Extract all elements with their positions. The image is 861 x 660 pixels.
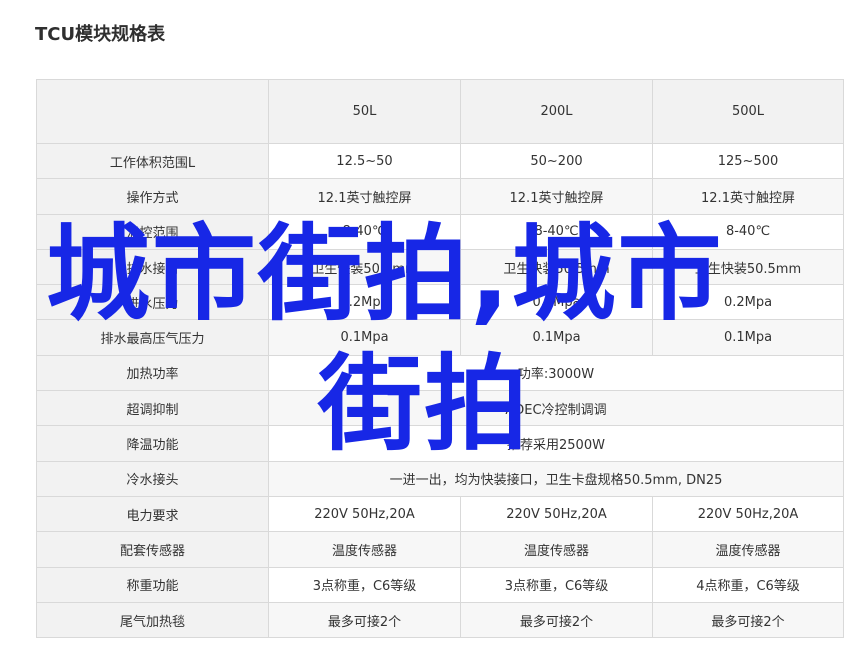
row-label: 工作体积范围L xyxy=(36,142,269,180)
table-cell: 125~500 xyxy=(652,142,844,180)
row-label: 冷水接头 xyxy=(36,460,269,497)
table-cell: 50~200 xyxy=(460,142,653,180)
watermark-line-2: 街拍 xyxy=(318,343,531,465)
table-cell: 最多可接2个 xyxy=(460,601,653,639)
table-cell: 3点称重，C6等级 xyxy=(460,566,653,603)
table-row: 称重功能 3点称重，C6等级 3点称重，C6等级 4点称重，C6等级 xyxy=(36,566,844,603)
row-label: 加热功率 xyxy=(36,354,269,392)
row-label: 电力要求 xyxy=(36,495,269,533)
row-label: 超调抑制 xyxy=(36,390,269,427)
table-cell: 12.1英寸触控屏 xyxy=(460,178,653,215)
header-corner xyxy=(36,79,269,144)
table-cell: 4点称重，C6等级 xyxy=(652,566,844,603)
table-cell: 温度传感器 xyxy=(652,531,844,568)
table-row: 配套传感器 温度传感器 温度传感器 温度传感器 xyxy=(36,531,844,568)
row-label: 尾气加热毯 xyxy=(36,601,269,639)
table-cell-merged: 一进一出，均为快装接口，卫生卡盘规格50.5mm, DN25 xyxy=(268,460,844,497)
table-cell: 220V 50Hz,20A xyxy=(268,495,461,533)
table-cell: 3点称重，C6等级 xyxy=(268,566,461,603)
table-cell: 最多可接2个 xyxy=(268,601,461,639)
table-row: 冷水接头 一进一出，均为快装接口，卫生卡盘规格50.5mm, DN25 xyxy=(36,460,844,497)
table-row: 工作体积范围L 12.5~50 50~200 125~500 xyxy=(36,142,844,180)
table-row: 操作方式 12.1英寸触控屏 12.1英寸触控屏 12.1英寸触控屏 xyxy=(36,178,844,215)
row-label: 操作方式 xyxy=(36,178,269,215)
table-cell: 220V 50Hz,20A xyxy=(460,495,653,533)
row-label: 配套传感器 xyxy=(36,531,269,568)
table-cell: 12.1英寸触控屏 xyxy=(652,178,844,215)
header-200l: 200L xyxy=(460,79,653,144)
page-title: TCU模块规格表 xyxy=(35,24,166,45)
header-500l: 500L xyxy=(652,79,844,144)
table-row: 尾气加热毯 最多可接2个 最多可接2个 最多可接2个 xyxy=(36,601,844,639)
header-50l: 50L xyxy=(268,79,461,144)
row-label: 称重功能 xyxy=(36,566,269,603)
table-cell: 温度传感器 xyxy=(268,531,461,568)
table-header-row: 50L 200L 500L xyxy=(36,79,844,144)
table-cell: 12.5~50 xyxy=(268,142,461,180)
table-cell: 温度传感器 xyxy=(460,531,653,568)
table-cell: 12.1英寸触控屏 xyxy=(268,178,461,215)
table-row: 电力要求 220V 50Hz,20A 220V 50Hz,20A 220V 50… xyxy=(36,495,844,533)
table-cell: 最多可接2个 xyxy=(652,601,844,639)
table-cell: 220V 50Hz,20A xyxy=(652,495,844,533)
watermark-line-1: 城市街拍,城市 xyxy=(46,213,724,335)
row-label: 降温功能 xyxy=(36,425,269,462)
